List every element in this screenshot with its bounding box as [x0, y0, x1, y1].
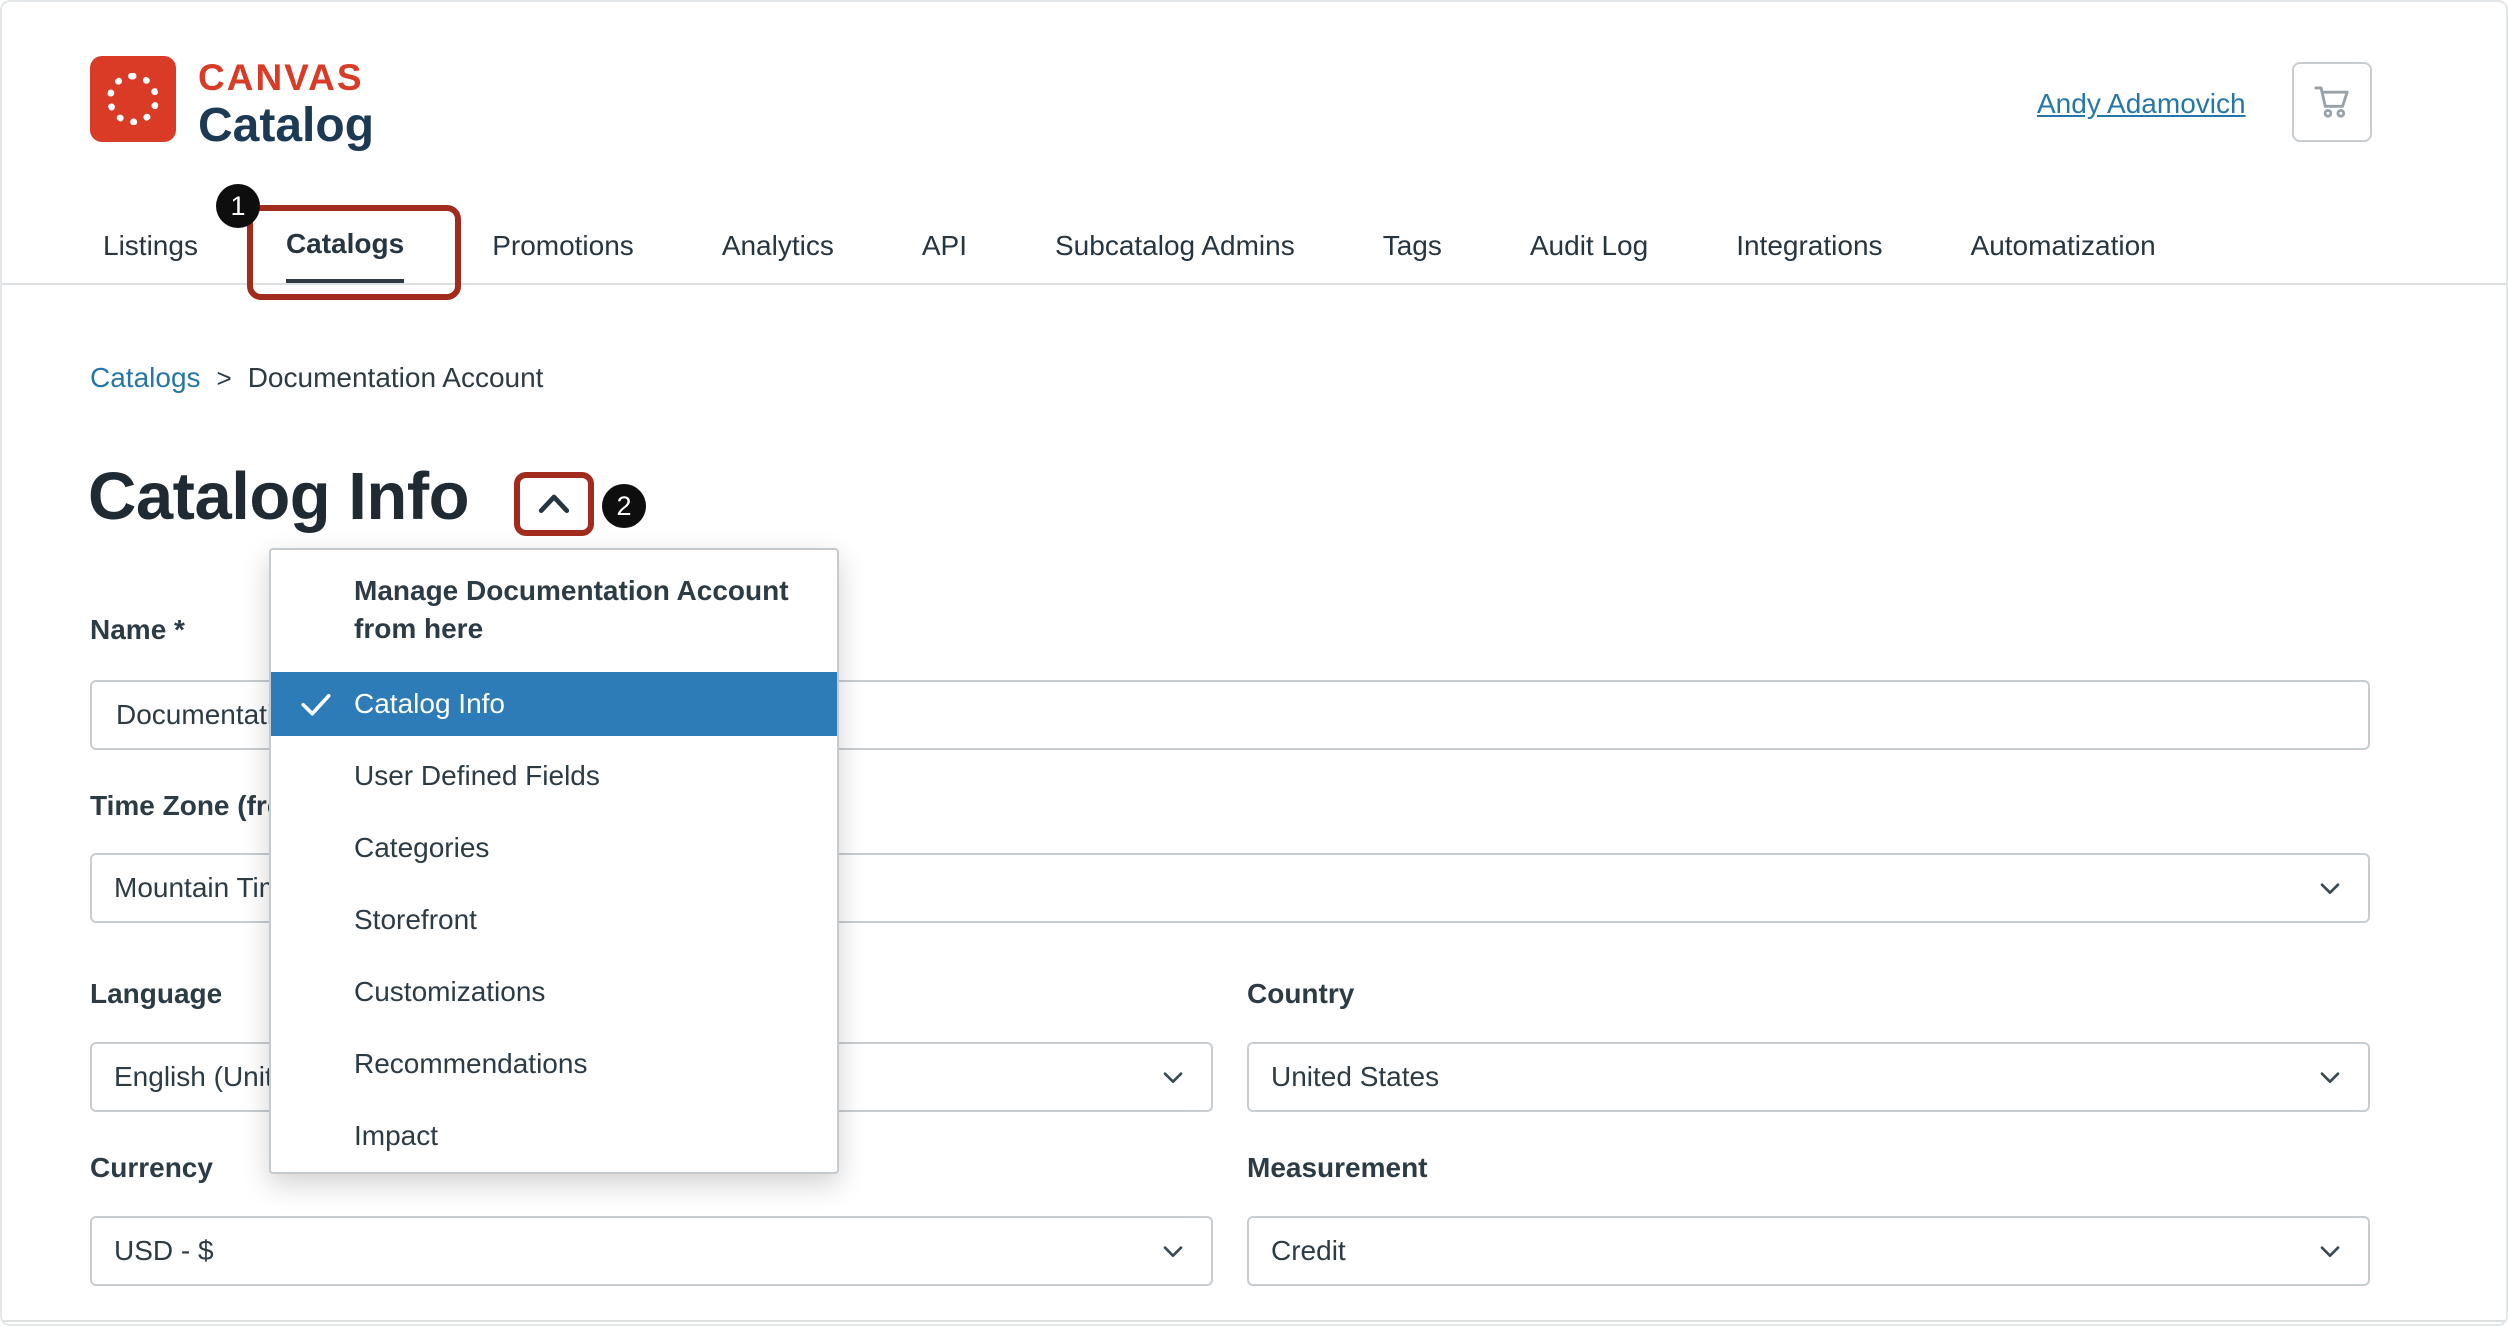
tab-tags[interactable]: Tags — [1383, 208, 1442, 283]
currency-label: Currency — [90, 1152, 213, 1183]
breadcrumb: Catalogs > Documentation Account — [90, 362, 543, 394]
chevron-down-icon — [1157, 1235, 1189, 1267]
name-label: Name * — [90, 614, 185, 645]
main-nav: Listings Catalogs Promotions Analytics A… — [2, 208, 2506, 285]
menu-header: Manage Documentation Account from here — [354, 575, 789, 644]
measurement-label: Measurement — [1247, 1152, 1428, 1183]
menu-item-label: Customizations — [354, 975, 546, 1007]
menu-item-recommendations[interactable]: Recommendations — [271, 1032, 837, 1096]
menu-item-user-defined-fields[interactable]: User Defined Fields — [271, 744, 837, 808]
breadcrumb-current: Documentation Account — [247, 362, 544, 393]
chevron-down-icon — [2314, 1235, 2346, 1267]
breadcrumb-catalogs-link[interactable]: Catalogs — [90, 362, 201, 394]
cart-button[interactable] — [2292, 62, 2372, 142]
menu-item-label: Impact — [354, 1119, 439, 1151]
tab-subcatalog-admins[interactable]: Subcatalog Admins — [1055, 208, 1295, 283]
canvas-logo[interactable] — [90, 56, 176, 142]
canvas-logo-icon — [107, 73, 159, 125]
tab-automatization[interactable]: Automatization — [1971, 208, 2156, 283]
country-label: Country — [1247, 978, 1355, 1009]
menu-item-label: Catalog Info — [354, 687, 505, 719]
page-title: Catalog Info — [88, 459, 470, 534]
user-account-link[interactable]: Andy Adamovich — [2037, 88, 2246, 120]
shopping-cart-icon — [2309, 78, 2355, 127]
canvas-catalog-admin-screen: CANVAS Catalog Andy Adamovich Listings C… — [0, 0, 2508, 1326]
tab-listings[interactable]: Listings — [103, 208, 198, 283]
menu-item-customizations[interactable]: Customizations — [271, 960, 837, 1024]
brand-wordmark: CANVAS Catalog — [198, 57, 375, 152]
chevron-down-icon — [1157, 1061, 1189, 1093]
menu-item-label: Storefront — [354, 903, 477, 935]
tab-analytics[interactable]: Analytics — [722, 208, 834, 283]
language-label: Language — [90, 978, 223, 1009]
measurement-select-value: Credit — [1271, 1235, 1346, 1266]
menu-item-label: Recommendations — [354, 1047, 588, 1079]
manage-account-menu: Manage Documentation Account from here C… — [269, 548, 839, 1174]
annotation-badge-step2: 2 — [602, 484, 646, 528]
annotation-badge-step1: 1 — [216, 184, 260, 228]
chevron-down-icon — [2314, 872, 2346, 904]
menu-list: Catalog Info User Defined Fields Categor… — [271, 671, 837, 1168]
chevron-up-icon — [533, 486, 575, 523]
menu-item-impact[interactable]: Impact — [271, 1104, 837, 1168]
tab-promotions[interactable]: Promotions — [492, 208, 634, 283]
tab-integrations[interactable]: Integrations — [1736, 208, 1882, 283]
country-select[interactable]: United States — [1247, 1042, 2370, 1112]
tab-api[interactable]: API — [922, 208, 967, 283]
checkmark-icon — [298, 686, 334, 722]
measurement-select[interactable]: Credit — [1247, 1216, 2370, 1286]
breadcrumb-separator: > — [216, 362, 232, 393]
menu-item-categories[interactable]: Categories — [271, 816, 837, 880]
brand-catalog-text: Catalog — [198, 98, 375, 152]
bottom-divider — [2, 1320, 2506, 1322]
currency-select-value: USD - $ — [114, 1235, 214, 1266]
brand-canvas-text: CANVAS — [198, 57, 364, 98]
menu-item-label: Categories — [354, 831, 490, 863]
country-select-value: United States — [1271, 1061, 1440, 1092]
menu-item-label: User Defined Fields — [354, 759, 600, 791]
chevron-down-icon — [2314, 1061, 2346, 1093]
menu-item-catalog-info[interactable]: Catalog Info — [271, 671, 837, 736]
currency-select[interactable]: USD - $ — [90, 1216, 1213, 1286]
section-collapse-button[interactable] — [523, 480, 585, 528]
menu-item-storefront[interactable]: Storefront — [271, 888, 837, 952]
tab-catalogs[interactable]: Catalogs — [285, 208, 405, 283]
tab-audit-log[interactable]: Audit Log — [1530, 208, 1648, 283]
